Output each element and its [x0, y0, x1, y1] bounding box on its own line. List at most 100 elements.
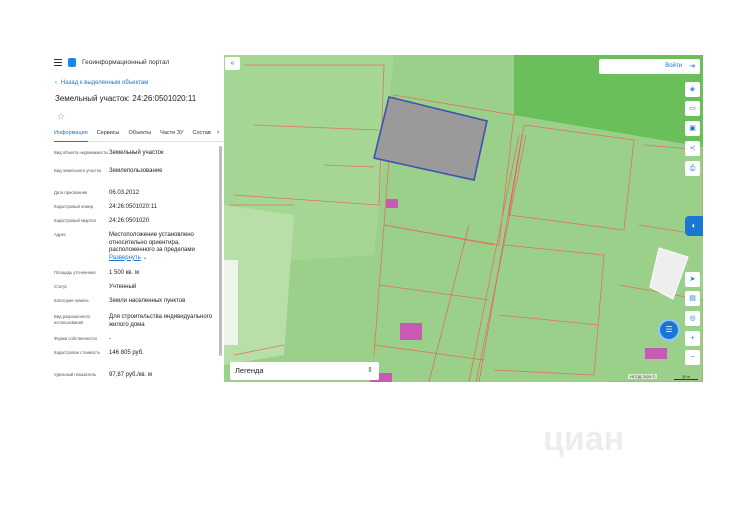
share-button[interactable]: ≺ [685, 141, 700, 156]
back-link-label: Назад к выделенным объектам [61, 80, 149, 86]
property-value: Учтенный [109, 284, 137, 290]
property-row: Статус Учтенный [54, 284, 214, 292]
legend-label: Легенда [235, 366, 264, 375]
basemap-icon: ▤ [689, 295, 696, 302]
property-label: Кадастровая стоимость [54, 350, 101, 355]
chevron-down-icon[interactable]: ⌄ [142, 255, 147, 261]
property-value: Земли населенных пунктов [109, 298, 186, 304]
property-row: Категория земель Земли населенных пункто… [54, 298, 214, 306]
ruler-button[interactable]: ▭ [685, 101, 700, 116]
property-row: Вид разрешенного использования Для строи… [54, 314, 214, 329]
light-area [224, 260, 238, 345]
property-label: Дата присвоения [54, 190, 88, 195]
property-row: Кадастровый номер 24:26:0501020:11 [54, 204, 214, 212]
property-value: - [109, 336, 111, 342]
tab-information[interactable]: Информация [54, 130, 88, 142]
property-value: 24:26:0501020 [109, 218, 150, 224]
zoom-out-icon: − [690, 354, 695, 361]
property-row: Площадь уточненная 1 500 кв. м [54, 270, 214, 278]
property-row: Вид объекта недвижимости Земельный участ… [54, 150, 214, 158]
page-title: Земельный участок: 24:26:0501020:11 [55, 94, 197, 103]
property-label: Адрес [54, 232, 66, 237]
building-footprint [645, 348, 667, 359]
zoom-out-button[interactable]: − [685, 350, 700, 365]
ruler-icon: ▭ [689, 105, 696, 112]
property-row: Кадастровая стоимость 146 805 руб. [54, 350, 214, 358]
tab-services[interactable]: Сервисы [97, 130, 120, 136]
property-label: Кадастровый номер [54, 204, 94, 209]
layers-icon: ◈ [689, 86, 696, 93]
property-row: Форма собственности - [54, 336, 214, 344]
object-info-panel: Геоинформационный портал ‹ Назад к выдел… [48, 54, 224, 384]
property-value-address: Местоположение установлено относительно … [109, 232, 213, 262]
property-value: 06.03.2012 [109, 190, 140, 196]
geo-icon: ◎ [689, 315, 696, 322]
property-value: Землепользование [109, 168, 163, 174]
property-row: Дата присвоения 06.03.2012 [54, 190, 214, 198]
property-label: Вид земельного участка [54, 168, 102, 173]
legend-dropdown[interactable]: Легенда ⇕ [230, 362, 379, 380]
layers-button[interactable]: ◈ [685, 82, 700, 97]
helmet-icon: ◐ [691, 221, 697, 230]
login-icon: ⇥ [689, 63, 695, 70]
property-label: Удельный показатель [54, 372, 97, 377]
property-value: 1 500 кв. м [109, 270, 139, 276]
star-icon[interactable]: ☆ [57, 111, 65, 122]
watermark: циан [543, 420, 625, 458]
expand-link[interactable]: Развернуть [109, 255, 141, 261]
menu-icon[interactable] [54, 59, 62, 66]
property-value: 97,87 руб./кв. м [109, 372, 153, 378]
panel-scrollbar[interactable] [219, 146, 222, 356]
scale-bar: 30 м [674, 374, 698, 380]
geo-button[interactable]: ◎ [685, 311, 700, 326]
property-label: Вид разрешенного использования [54, 314, 91, 325]
property-row: Кадастровый квартал 24:26:0501020 [54, 218, 214, 226]
map-attribution: НСПД 2024 © [628, 374, 658, 379]
print-map-button[interactable]: ⎙ [685, 161, 700, 176]
portal-logo-icon [68, 58, 76, 67]
panel-header: Геоинформационный портал [54, 58, 169, 67]
print-button[interactable]: ▣ [685, 121, 700, 136]
property-label: Кадастровый квартал [54, 218, 97, 223]
property-value: 146 805 руб. [109, 350, 144, 356]
tab-objects[interactable]: Объекты [128, 130, 151, 136]
chevron-updown-icon: ⇕ [367, 367, 373, 374]
side-panel-tab[interactable]: ◐ [685, 216, 703, 236]
property-row: Адрес Местоположение установлено относит… [54, 232, 214, 262]
basemap-button[interactable]: ▤ [685, 291, 700, 306]
collapse-panel-button[interactable]: « [225, 57, 240, 70]
chat-icon: ☰ [665, 325, 673, 334]
building-footprint [386, 199, 398, 208]
tab-parts[interactable]: Части ЗУ [160, 130, 183, 136]
locate-icon: ➤ [689, 276, 696, 283]
map-canvas[interactable] [224, 55, 703, 382]
print-icon: ▣ [689, 125, 696, 132]
tab-composition[interactable]: Состав [193, 130, 211, 136]
tab-bar: Информация Сервисы Объекты Части ЗУ Сост… [54, 130, 224, 142]
property-value: 24:26:0501020:11 [109, 204, 157, 210]
property-value: Земельный участок [109, 150, 164, 156]
back-arrow-icon: ‹ [55, 80, 57, 86]
property-label: Форма собственности [54, 336, 97, 341]
property-row: Удельный показатель 97,87 руб./кв. м [54, 372, 214, 380]
property-label: Площадь уточненная [54, 270, 96, 275]
property-row: Вид земельного участка Землепользование [54, 168, 214, 176]
share-icon: ≺ [689, 145, 696, 152]
building-footprint [400, 323, 422, 340]
login-button[interactable]: Войти ⇥ [599, 59, 700, 74]
cadastral-map[interactable]: « Войти ⇥ ◈ ▭ ▣ ≺ ⎙ ◐ ➤ ▤ ◎ + − ☰ Легенд… [224, 55, 703, 382]
property-label: Категория земель [54, 298, 89, 303]
locate-button[interactable]: ➤ [685, 272, 700, 287]
portal-title: Геоинформационный портал [82, 59, 170, 66]
property-label: Вид объекта недвижимости [54, 150, 108, 155]
zoom-in-icon: + [690, 335, 695, 342]
printer-icon: ⎙ [689, 165, 696, 172]
tabs-scroll-right-icon[interactable]: › [214, 128, 222, 138]
address-text: Местоположение установлено относительно … [109, 232, 195, 253]
login-label: Войти [665, 63, 682, 69]
property-value: Для строительства индивидуального жилого… [109, 314, 213, 328]
property-label: Статус [54, 284, 68, 289]
back-link[interactable]: ‹ Назад к выделенным объектам [55, 80, 148, 86]
zoom-in-button[interactable]: + [685, 331, 700, 346]
chat-button[interactable]: ☰ [658, 319, 680, 341]
